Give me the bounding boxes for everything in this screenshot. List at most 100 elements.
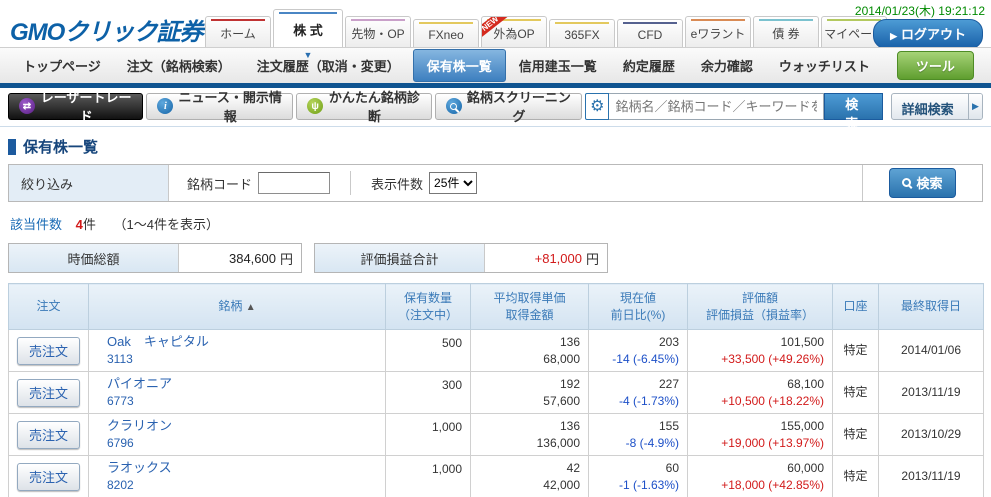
table-row: 売注文 クラリオン6796 1,000 136136,000 155-8 (-4…	[9, 414, 984, 456]
nav-watchlist[interactable]: ウォッチリスト	[766, 56, 883, 75]
sell-order-button[interactable]: 売注文	[17, 463, 80, 491]
date-cell: 2013/11/19	[879, 456, 984, 497]
news-disclosure-button[interactable]: i ニュース・開示情報	[146, 93, 293, 120]
nav-order-search[interactable]: 注文（銘柄検索）	[114, 56, 244, 75]
tab-stocks[interactable]: 株 式	[273, 9, 343, 47]
stocks-sub-nav: トップページ 注文（銘柄検索） 注文履歴（取消・変更） 保有株一覧 信用建玉一覧…	[0, 47, 991, 83]
date-cell: 2013/11/19	[879, 372, 984, 414]
nav-holdings-list[interactable]: 保有株一覧	[413, 49, 506, 82]
col-name[interactable]: 銘柄 ▲	[89, 284, 386, 330]
filter-bar: 絞り込み 銘柄コード 表示件数 25件 検索	[8, 164, 983, 202]
result-count-line: 該当件数 4件 （1～4件を表示）	[10, 214, 981, 233]
filter-search-button[interactable]: 検索	[889, 168, 955, 198]
tab-gaitame-op[interactable]: 外為OP NEW	[481, 16, 547, 47]
stock-name-cell[interactable]: パイオニア6773	[89, 372, 386, 414]
holdings-table: 注文 銘柄 ▲ 保有数量（注文中） 平均取得単価取得金額 現在値前日比(%) 評…	[8, 283, 984, 497]
advanced-search-button[interactable]: 詳細検索へ ▶	[891, 93, 983, 120]
valuation-cell: 68,100+10,500 (+18.22%)	[688, 372, 833, 414]
nav-execution-history[interactable]: 約定履歴	[610, 56, 688, 75]
col-current-price: 現在値前日比(%)	[589, 284, 688, 330]
date-cell: 2014/01/06	[879, 330, 984, 372]
col-last-acquired: 最終取得日	[879, 284, 984, 330]
current-price-cell: 60-1 (-1.63%)	[589, 456, 688, 497]
total-pl-box: 評価損益合計 +81,000 円	[314, 243, 608, 273]
valuation-cell: 101,500+33,500 (+49.26%)	[688, 330, 833, 372]
avg-price-cell: 19257,600	[471, 372, 589, 414]
page-title: 保有株一覧	[8, 136, 983, 157]
per-page-select[interactable]: 25件	[429, 172, 477, 194]
stock-name-cell[interactable]: クラリオン6796	[89, 414, 386, 456]
current-price-cell: 203-14 (-6.45%)	[589, 330, 688, 372]
symbol-search-group: ⚙ 検索 詳細検索へ ▶	[585, 93, 983, 120]
table-row: 売注文 ラオックス8202 1,000 4242,000 60-1 (-1.63…	[9, 456, 984, 497]
valuation-cell: 155,000+19,000 (+13.97%)	[688, 414, 833, 456]
account-cell: 特定	[833, 414, 879, 456]
filter-search-area: 検索	[862, 165, 982, 201]
date-cell: 2013/10/29	[879, 414, 984, 456]
title-accent-block	[8, 139, 16, 155]
quantity-cell: 300	[386, 372, 471, 414]
quantity-cell: 500	[386, 330, 471, 372]
tab-bonds[interactable]: 債 券	[753, 16, 819, 47]
search-settings-gear-icon[interactable]: ⚙	[585, 93, 609, 120]
quantity-cell: 1,000	[386, 456, 471, 497]
info-icon: i	[157, 98, 173, 114]
col-avg-price: 平均取得単価取得金額	[471, 284, 589, 330]
summary-boxes: 時価総額 384,600 円 評価損益合計 +81,000 円	[8, 243, 983, 273]
nav-top-page[interactable]: トップページ	[10, 56, 114, 75]
symbol-search-input[interactable]	[609, 93, 823, 120]
tab-cfd[interactable]: CFD	[617, 19, 683, 47]
avg-price-cell: 4242,000	[471, 456, 589, 497]
symbol-search-button[interactable]: 検索	[824, 93, 883, 120]
current-price-cell: 227-4 (-1.73%)	[589, 372, 688, 414]
account-cell: 特定	[833, 372, 879, 414]
market-value-box: 時価総額 384,600 円	[8, 243, 302, 273]
filter-controls: 銘柄コード 表示件数 25件	[169, 165, 862, 201]
tab-ewarrant[interactable]: eワラント	[685, 16, 751, 47]
avg-price-cell: 13668,000	[471, 330, 589, 372]
table-header-row: 注文 銘柄 ▲ 保有数量（注文中） 平均取得単価取得金額 現在値前日比(%) 評…	[9, 284, 984, 330]
nav-buying-power[interactable]: 余力確認	[688, 56, 766, 75]
logout-button[interactable]: ▶ログアウト	[873, 19, 983, 49]
quantity-cell: 1,000	[386, 414, 471, 456]
total-pl-amount: +81,000	[535, 251, 582, 266]
nav-order-history[interactable]: 注文履歴（取消・変更）	[244, 56, 413, 75]
sell-order-button[interactable]: 売注文	[17, 421, 80, 449]
col-valuation: 評価額評価損益（損益率）	[688, 284, 833, 330]
swap-arrows-icon: ⇄	[19, 98, 35, 114]
sort-asc-icon: ▲	[246, 302, 256, 313]
nav-margin-positions[interactable]: 信用建玉一覧	[506, 56, 610, 75]
easy-diagnosis-button[interactable]: ψ かんたん銘柄診断	[296, 93, 432, 120]
sell-order-button[interactable]: 売注文	[17, 379, 80, 407]
stock-name-cell[interactable]: Oak キャピタル3113	[89, 330, 386, 372]
avg-price-cell: 136136,000	[471, 414, 589, 456]
brand-logo: GMOクリック証券	[10, 12, 202, 47]
valuation-cell: 60,000+18,000 (+42.85%)	[688, 456, 833, 497]
col-order: 注文	[9, 284, 89, 330]
tab-fxneo[interactable]: FXneo	[413, 19, 479, 47]
filter-divider	[350, 171, 351, 195]
tab-home[interactable]: ホーム	[205, 16, 271, 47]
diagnosis-icon: ψ	[307, 98, 323, 114]
advanced-search-arrow-icon: ▶	[968, 94, 982, 119]
top-bar: GMOクリック証券 2014/01/23(木) 19:21:12 ホーム 株 式…	[0, 0, 991, 47]
magnifier-icon	[902, 178, 911, 187]
table-row: 売注文 Oak キャピタル3113 500 13668,000 203-14 (…	[9, 330, 984, 372]
sell-order-button[interactable]: 売注文	[17, 337, 80, 365]
stock-screening-button[interactable]: 銘柄スクリーニング	[435, 93, 582, 120]
account-cell: 特定	[833, 330, 879, 372]
current-price-cell: 155-8 (-4.9%)	[589, 414, 688, 456]
stock-code-input[interactable]	[258, 172, 330, 194]
stock-name-cell[interactable]: ラオックス8202	[89, 456, 386, 497]
tools-button[interactable]: ツール	[897, 51, 974, 80]
quick-toolbar: ⇄ レーザートレード i ニュース・開示情報 ψ かんたん銘柄診断 銘柄スクリー…	[0, 88, 991, 127]
per-page-label: 表示件数	[371, 174, 423, 193]
tab-futures-op[interactable]: 先物・OP	[345, 16, 411, 47]
market-value-amount: 384,600	[229, 251, 276, 266]
col-quantity: 保有数量（注文中）	[386, 284, 471, 330]
logout-arrow-icon: ▶	[890, 31, 897, 41]
laser-trade-button[interactable]: ⇄ レーザートレード	[8, 93, 143, 120]
account-cell: 特定	[833, 456, 879, 497]
tab-365fx[interactable]: 365FX	[549, 19, 615, 47]
stock-code-label: 銘柄コード	[187, 174, 252, 193]
